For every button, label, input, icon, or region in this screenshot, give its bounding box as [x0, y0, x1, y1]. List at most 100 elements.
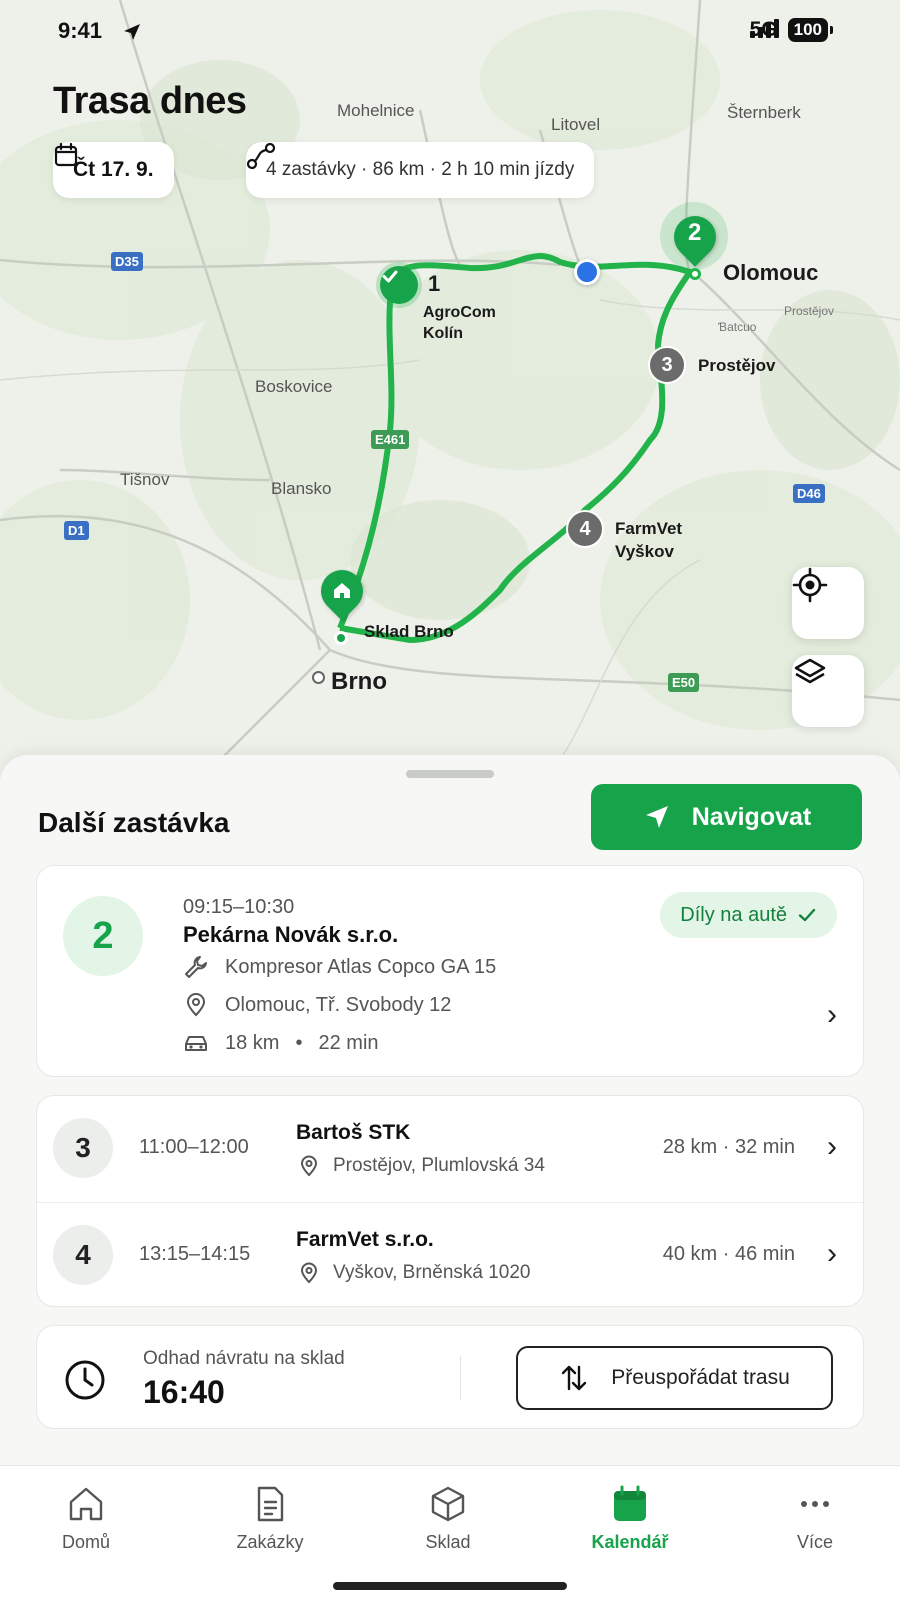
- eta-time: 16:40: [143, 1374, 225, 1410]
- layers-icon: [794, 658, 826, 684]
- navigation-arrow-icon: [645, 806, 668, 828]
- stop-2-number: 2: [688, 219, 702, 246]
- town-litovel: Litovel: [551, 115, 601, 134]
- town-blansko: Blansko: [271, 479, 332, 498]
- road-shield-d35: D35: [111, 252, 143, 271]
- current-location-dot: [574, 259, 600, 285]
- road-shield-e461: E461: [371, 430, 410, 449]
- eta-label: Odhad návratu na sklad: [143, 1348, 345, 1369]
- car-icon: [185, 1036, 207, 1051]
- road-shield-e50: E50: [668, 673, 700, 692]
- stop-address-row: Vyškov, Brněnská 1020: [299, 1262, 531, 1284]
- stop-2-point: [689, 268, 701, 280]
- stop-address-row: Prostějov, Plumlovská 34: [299, 1155, 545, 1177]
- tab-calendar[interactable]: Kalendář: [555, 1484, 705, 1553]
- parts-in-car-label: Díly na autě: [680, 903, 787, 926]
- town-brno: Brno: [331, 668, 387, 695]
- location-pin-icon: [300, 1155, 318, 1177]
- next-stop-equipment-row: Kompresor Atlas Copco GA 15: [183, 954, 496, 980]
- sort-arrows-icon: [561, 1365, 587, 1391]
- route-icon: [246, 142, 276, 170]
- reorder-route-button[interactable]: Přeuspořádat trasu: [516, 1346, 833, 1410]
- return-eta-card: Odhad návratu na sklad 16:40 Přeuspořáda…: [36, 1325, 864, 1429]
- calendar-icon: [614, 1485, 646, 1521]
- wrench-icon: [185, 956, 207, 978]
- stop-time: 13:15–14:15: [139, 1243, 251, 1265]
- stop-3-marker[interactable]: 3: [648, 346, 686, 384]
- calendar-icon: [54, 142, 78, 167]
- route-map[interactable]: Mohelnice Litovel Šternberk Boskovice Ti…: [0, 0, 900, 780]
- town-mohelnice: Mohelnice: [337, 101, 415, 120]
- tab-orders[interactable]: Zakázky: [195, 1484, 345, 1553]
- road-shield-d1: D1: [64, 521, 89, 540]
- stop-4-name: FarmVet Vyškov: [615, 519, 683, 561]
- map-layers-button[interactable]: [792, 655, 864, 727]
- home-icon: [334, 583, 350, 598]
- box-icon: [431, 1486, 465, 1522]
- stop-1-name: AgroCom Kolín: [423, 304, 496, 342]
- status-bar: 9:41 5G 100: [0, 0, 900, 60]
- tab-warehouse[interactable]: Sklad: [373, 1484, 523, 1553]
- location-arrow-icon: [124, 24, 140, 40]
- tab-label: Více: [796, 1532, 834, 1552]
- sheet-title: Další zastávka: [38, 807, 230, 838]
- town-sternberk: Šternberk: [727, 103, 801, 122]
- stop-name: Bartoš STK: [296, 1121, 411, 1144]
- tab-label: Domů: [61, 1532, 110, 1552]
- stop-1-completed-marker[interactable]: [380, 266, 418, 304]
- document-icon: [257, 1486, 284, 1522]
- bottom-tab-bar: Domů Zakázky Sklad Kalendář Více: [0, 1465, 900, 1600]
- navigate-button[interactable]: Navigovat: [591, 784, 862, 850]
- next-stop-distance: 18 km: [225, 1031, 280, 1054]
- more-icon: [801, 1501, 829, 1507]
- location-pin-icon: [186, 993, 206, 1017]
- next-stop-card[interactable]: 2 09:15–10:30 Pekárna Novák s.r.o. Kompr…: [36, 865, 864, 1077]
- check-icon: [382, 270, 398, 283]
- next-stop-equipment: Kompresor Atlas Copco GA 15: [225, 955, 497, 978]
- route-summary-chip[interactable]: 4 zastávky · 86 km · 2 h 10 min jízdy: [246, 142, 595, 198]
- warehouse-point: [334, 631, 348, 645]
- tab-label: Sklad: [425, 1532, 471, 1552]
- stop-name: FarmVet s.r.o.: [296, 1228, 434, 1251]
- check-icon: [798, 908, 816, 922]
- tab-label: Kalendář: [591, 1532, 669, 1552]
- tab-more[interactable]: Více: [740, 1484, 890, 1553]
- list-item[interactable]: 3 11:00–12:00 Bartoš STK Prostějov, Plum…: [37, 1096, 863, 1201]
- chevron-right-icon[interactable]: ›: [827, 998, 837, 1032]
- parts-in-car-badge: Díly na autě: [660, 892, 837, 938]
- route-summary-label: 4 zastávky · 86 km · 2 h 10 min jízdy: [266, 159, 575, 180]
- list-item[interactable]: 4 13:15–14:15 FarmVet s.r.o. Vyškov, Brn…: [37, 1202, 863, 1307]
- stop-address: Prostějov, Plumlovská 34: [333, 1155, 545, 1176]
- date-picker-chip[interactable]: Čt 17. 9.: [53, 142, 174, 198]
- stop-distance: 40 km · 46 min: [662, 1243, 795, 1265]
- status-time: 9:41: [58, 18, 103, 43]
- home-indicator: [333, 1582, 567, 1590]
- town-olomouc: Olomouc: [723, 260, 819, 285]
- date-label: Čt 17. 9.: [73, 158, 154, 181]
- battery-level: 100: [787, 18, 834, 42]
- stop-4-marker[interactable]: 4: [566, 510, 604, 548]
- warehouse-name: Sklad Brno: [364, 622, 454, 641]
- stop-distance: 28 km · 32 min: [662, 1136, 795, 1158]
- reorder-route-label: Přeuspořádat trasu: [611, 1366, 790, 1389]
- clock-icon: [65, 1360, 105, 1400]
- next-stop-time: 09:15–10:30: [183, 896, 295, 918]
- stop-3-name: Prostějov: [698, 356, 776, 375]
- upcoming-stops-list: 3 11:00–12:00 Bartoš STK Prostějov, Plum…: [36, 1095, 864, 1307]
- road-shield-d46: D46: [793, 484, 825, 503]
- tab-home[interactable]: Domů: [11, 1484, 161, 1553]
- town-boskovice: Boskovice: [255, 377, 333, 396]
- chevron-right-icon[interactable]: ›: [827, 1237, 837, 1271]
- location-pin-icon: [300, 1262, 318, 1284]
- stop-number: 3: [53, 1118, 113, 1178]
- tab-label: Zakázky: [236, 1532, 304, 1552]
- next-stop-number: 2: [63, 896, 143, 976]
- locate-me-button[interactable]: [792, 567, 864, 639]
- next-stop-duration: 22 min: [318, 1031, 379, 1054]
- signal-icon: [749, 19, 779, 38]
- sheet-drag-handle[interactable]: [406, 770, 494, 778]
- navigate-button-label: Navigovat: [691, 802, 812, 831]
- chevron-right-icon[interactable]: ›: [827, 1130, 837, 1164]
- town-small-label: Ɓatcuo: [718, 320, 757, 334]
- page-title: Trasa dnes: [53, 80, 247, 122]
